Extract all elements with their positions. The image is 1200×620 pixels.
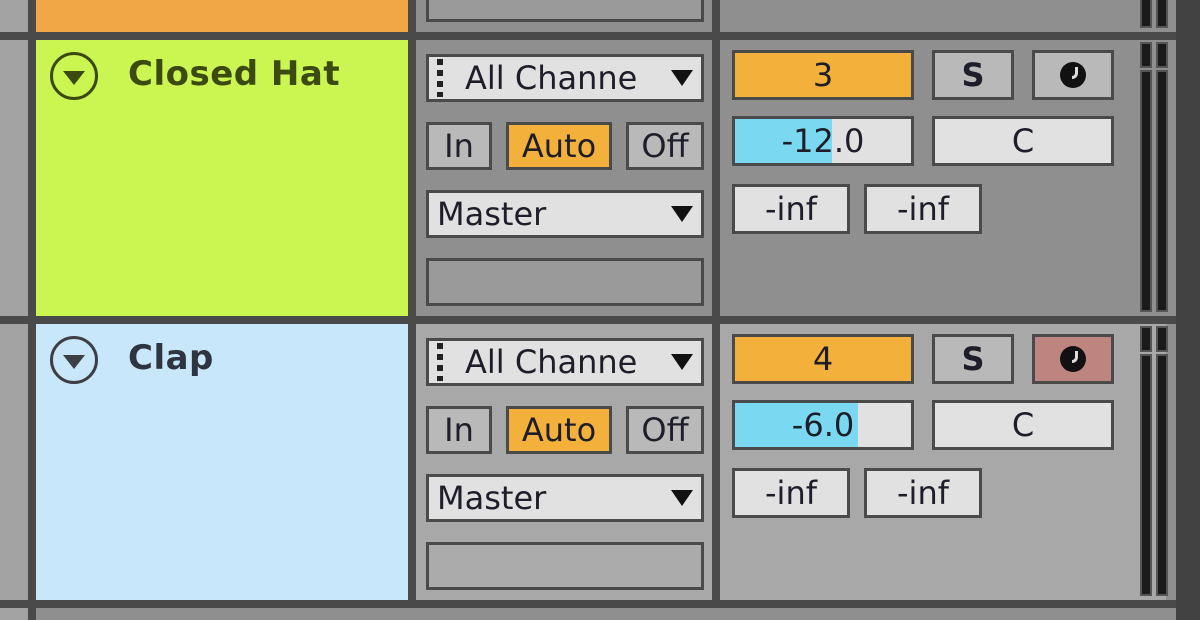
level-meter-right <box>1156 326 1168 352</box>
arm-record-icon <box>1060 346 1086 372</box>
track-header[interactable]: Closed Hat <box>36 40 408 316</box>
right-gutter <box>1176 0 1200 620</box>
input-channel-dropdown[interactable]: All Channe <box>426 54 704 102</box>
monitor-off-button[interactable]: Off <box>626 406 704 454</box>
track-row: Closed Hat All Channe In Auto Off Master… <box>0 40 1176 316</box>
level-meter-right <box>1156 354 1168 596</box>
peak-level-right[interactable]: -inf <box>864 468 982 518</box>
io-section: All Channe In Auto Off Master <box>416 40 712 316</box>
output-dropdown[interactable]: Master <box>426 474 704 522</box>
monitor-auto-button[interactable]: Auto <box>506 122 612 170</box>
previous-track-header[interactable] <box>36 0 408 32</box>
solo-button[interactable]: S <box>932 334 1014 384</box>
mixer-section: 3 S -12.0 C -inf -inf <box>720 40 1168 316</box>
row-divider <box>0 32 1176 40</box>
level-meter-right <box>1156 42 1168 68</box>
track-name[interactable]: Closed Hat <box>128 54 340 94</box>
track-activator-button[interactable]: 4 <box>732 334 914 384</box>
chevron-down-icon <box>671 490 693 506</box>
level-meter-left <box>1140 70 1152 312</box>
arm-button[interactable] <box>1032 334 1114 384</box>
mixer-section: 4 S -6.0 C -inf -inf <box>720 324 1168 600</box>
fold-toggle-icon[interactable] <box>50 52 98 100</box>
level-meter-left <box>1140 42 1152 68</box>
pan-field[interactable]: C <box>932 116 1114 166</box>
track-row: Clap All Channe In Auto Off Master 4 S -… <box>0 324 1176 600</box>
level-meter-right <box>1156 0 1168 28</box>
peak-level-left[interactable]: -inf <box>732 184 850 234</box>
level-meter-left <box>1140 0 1152 28</box>
chevron-down-icon <box>671 206 693 222</box>
monitor-in-button[interactable]: In <box>426 122 492 170</box>
output-sub-slot[interactable] <box>426 258 704 306</box>
previous-track-io <box>416 0 712 32</box>
input-channel-value: All Channe <box>465 59 638 97</box>
track-header[interactable]: Clap <box>36 324 408 600</box>
next-track-area <box>36 608 1176 620</box>
output-sub-slot[interactable] <box>426 542 704 590</box>
volume-value: -12.0 <box>781 122 865 160</box>
volume-value: -6.0 <box>791 406 855 444</box>
output-dropdown[interactable]: Master <box>426 190 704 238</box>
monitor-auto-button[interactable]: Auto <box>506 406 612 454</box>
monitor-in-button[interactable]: In <box>426 406 492 454</box>
track-activator-button[interactable]: 3 <box>732 50 914 100</box>
drag-grip-icon <box>437 59 443 97</box>
previous-track-mixer <box>720 0 1168 32</box>
chevron-down-icon <box>671 354 693 370</box>
input-channel-dropdown[interactable]: All Channe <box>426 338 704 386</box>
level-meter-left <box>1140 354 1152 596</box>
pan-field[interactable]: C <box>932 400 1114 450</box>
input-channel-value: All Channe <box>465 343 638 381</box>
peak-level-left[interactable]: -inf <box>732 468 850 518</box>
peak-level-right[interactable]: -inf <box>864 184 982 234</box>
track-name[interactable]: Clap <box>128 338 214 378</box>
solo-button[interactable]: S <box>932 50 1014 100</box>
monitor-off-button[interactable]: Off <box>626 122 704 170</box>
fold-toggle-icon[interactable] <box>50 336 98 384</box>
arm-button[interactable] <box>1032 50 1114 100</box>
previous-track-slot[interactable] <box>426 0 704 22</box>
row-divider <box>0 600 1176 608</box>
volume-field[interactable]: -6.0 <box>732 400 914 450</box>
row-divider <box>0 316 1176 324</box>
output-value: Master <box>437 479 547 517</box>
chevron-down-icon <box>671 70 693 86</box>
volume-field[interactable]: -12.0 <box>732 116 914 166</box>
level-meter-left <box>1140 326 1152 352</box>
arm-record-icon <box>1060 62 1086 88</box>
drag-grip-icon <box>437 343 443 381</box>
io-section: All Channe In Auto Off Master <box>416 324 712 600</box>
output-value: Master <box>437 195 547 233</box>
level-meter-right <box>1156 70 1168 312</box>
